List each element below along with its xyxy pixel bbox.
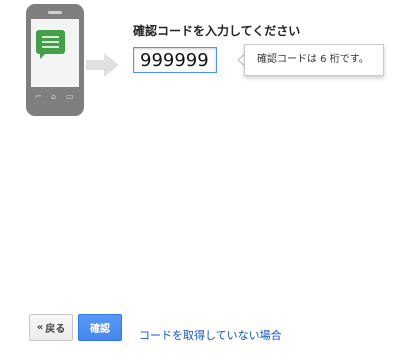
sms-line: [42, 41, 59, 43]
back-button-label: 戻る: [45, 324, 66, 335]
phone-speaker: [48, 11, 62, 14]
sms-line: [42, 46, 59, 48]
back-button[interactable]: « 戻る: [29, 314, 73, 341]
phone-back-icon: ⌐: [35, 92, 42, 101]
arrow-right-icon: [86, 53, 119, 77]
no-code-help-link[interactable]: コードを取得していない場合: [139, 327, 282, 343]
code-prompt-label: 確認コードを入力してください: [133, 24, 301, 38]
phone-recent-icon: ▭: [66, 92, 74, 101]
confirm-button[interactable]: 確認: [78, 314, 122, 341]
back-chevron-icon: «: [36, 322, 44, 333]
confirm-button-label: 確認: [90, 324, 110, 335]
sms-line: [42, 36, 59, 38]
phone-home-icon: ⌂: [51, 92, 57, 101]
phone-nav-bar: ⌐ ⌂ ▭: [26, 91, 84, 105]
verification-code-input[interactable]: [133, 47, 217, 73]
code-length-tooltip: 確認コードは 6 桁です。: [244, 44, 384, 76]
sms-bubble-tail: [40, 53, 46, 59]
sms-message-icon: [36, 30, 65, 54]
phone-illustration: ⌐ ⌂ ▭: [26, 4, 84, 116]
